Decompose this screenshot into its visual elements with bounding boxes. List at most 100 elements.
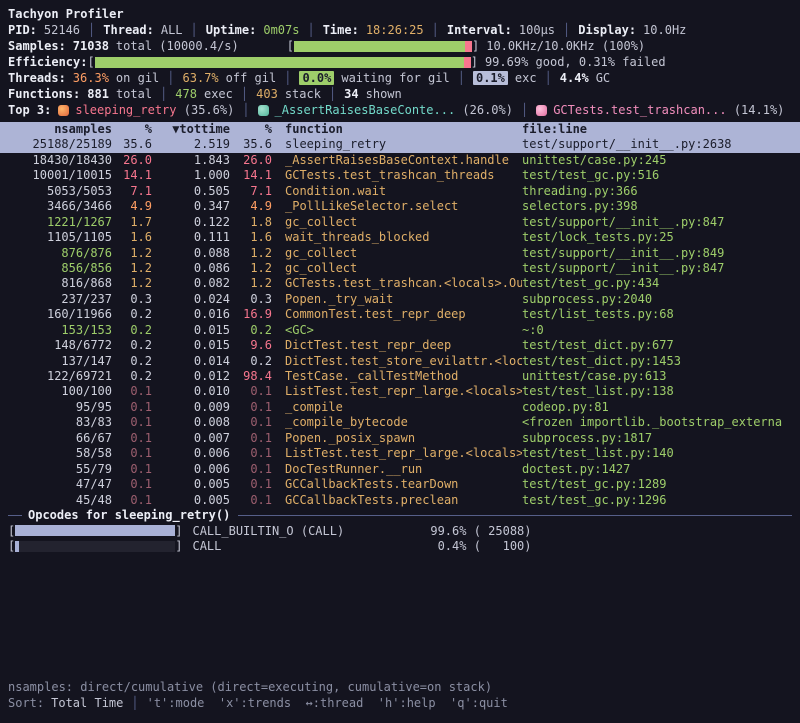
table-row[interactable]: 58/580.10.0060.1ListTest.test_repr_large…	[0, 446, 800, 461]
cell-pct-cumulative: 0.3	[230, 292, 272, 307]
cell-pct-total: 0.1	[112, 462, 152, 477]
status-bar: PID: 52146 │ Thread: ALL │ Uptime: 0m07s…	[8, 22, 800, 38]
cell-file-line: test/test_gc.py:434	[522, 276, 800, 291]
cell-file-line: subprocess.py:2040	[522, 292, 800, 307]
table-row[interactable]: 160/119660.20.01616.9CommonTest.test_rep…	[0, 307, 800, 322]
table-row[interactable]: 95/950.10.0090.1_compilecodeop.py:81	[0, 400, 800, 415]
efficiency-summary: 99.69% good, 0.31% failed	[485, 55, 666, 69]
cell-tottime: 0.086	[152, 261, 230, 276]
opcode-pct: 0.4%	[402, 539, 466, 553]
cell-tottime: 0.006	[152, 446, 230, 461]
cell-file-line: unittest/case.py:245	[522, 153, 800, 168]
table-row[interactable]: 55/790.10.0060.1DocTestRunner.__rundocte…	[0, 462, 800, 477]
cell-pct-cumulative: 0.2	[230, 323, 272, 338]
cell-tottime: 0.015	[152, 323, 230, 338]
gc-pct: 4.4%	[560, 71, 589, 85]
cell-pct-cumulative: 0.2	[230, 354, 272, 369]
cell-function: TestCase._callTestMethod	[272, 369, 522, 384]
cell-tottime: 0.122	[152, 215, 230, 230]
top-function-3-name[interactable]: GCTests.test_trashcan...	[553, 103, 726, 117]
functions-stack-label: stack	[285, 87, 321, 101]
cell-pct-cumulative: 35.6	[230, 137, 272, 152]
table-row[interactable]: 137/1470.20.0140.2DictTest.test_store_ev…	[0, 354, 800, 369]
footer-keybar: Sort: Total Time │ 't':mode 'x':trends ↔…	[8, 695, 800, 711]
function-table: nsamples % ▼tottime % function file:line…	[0, 122, 800, 508]
cell-pct-cumulative: 0.1	[230, 415, 272, 430]
cell-tottime: 1.843	[152, 153, 230, 168]
cell-pct-total: 1.7	[112, 215, 152, 230]
table-row[interactable]: 18430/1843026.01.84326.0_AssertRaisesBas…	[0, 153, 800, 168]
table-row[interactable]: 100/1000.10.0100.1ListTest.test_repr_lar…	[0, 384, 800, 399]
table-row[interactable]: 45/480.10.0050.1GCCallbackTests.preclean…	[0, 493, 800, 508]
cell-pct-cumulative: 0.1	[230, 477, 272, 492]
cell-file-line: test/support/__init__.py:847	[522, 261, 800, 276]
cell-nsamples: 10001/10015	[8, 168, 112, 183]
cell-pct-total: 0.2	[112, 369, 152, 384]
functions-label: Functions:	[8, 87, 80, 101]
cell-nsamples: 137/147	[8, 354, 112, 369]
top-function-2-name[interactable]: _AssertRaisesBaseConte...	[275, 103, 456, 117]
table-row[interactable]: 856/8561.20.0861.2gc_collecttest/support…	[0, 261, 800, 276]
column-header-function[interactable]: function	[272, 122, 522, 137]
cell-pct-cumulative: 1.2	[230, 246, 272, 261]
cell-file-line: codeop.py:81	[522, 400, 800, 415]
cell-tottime: 0.024	[152, 292, 230, 307]
thread-value[interactable]: ALL	[161, 23, 183, 37]
cell-tottime: 0.005	[152, 493, 230, 508]
opcode-share-fill	[15, 541, 19, 552]
table-row[interactable]: 237/2370.30.0240.3Popen._try_waitsubproc…	[0, 292, 800, 307]
cell-tottime: 0.082	[152, 276, 230, 291]
profiler-screen: Tachyon Profiler PID: 52146 │ Thread: AL…	[0, 0, 800, 723]
cell-function: gc_collect	[272, 246, 522, 261]
time-label: Time:	[323, 23, 359, 37]
samples-rate-bar	[294, 41, 472, 52]
table-row[interactable]: 1105/11051.60.1111.6wait_threads_blocked…	[0, 230, 800, 245]
column-header-pct-total[interactable]: %	[112, 122, 152, 137]
samples-row: Samples: 71038 total (10000.4/s) [ ] 10.…	[8, 38, 800, 54]
column-header-file-line[interactable]: file:line	[522, 122, 800, 137]
table-row[interactable]: 816/8681.20.0821.2GCTests.test_trashcan.…	[0, 276, 800, 291]
key-hints: 't':mode 'x':trends ↔:thread 'h':help 'q…	[147, 696, 508, 710]
cell-nsamples: 58/58	[8, 446, 112, 461]
table-row[interactable]: 153/1530.20.0150.2<GC>~:0	[0, 323, 800, 338]
cell-pct-total: 1.2	[112, 261, 152, 276]
bar-bracket-open: [	[287, 39, 294, 53]
cell-function: Condition.wait	[272, 184, 522, 199]
column-header-nsamples[interactable]: nsamples	[8, 122, 112, 137]
threads-label: Threads:	[8, 71, 66, 85]
cell-function: GCCallbackTests.preclean	[272, 493, 522, 508]
table-row[interactable]: 83/830.10.0080.1_compile_bytecode<frozen…	[0, 415, 800, 430]
cell-pct-cumulative: 0.1	[230, 400, 272, 415]
opcode-share-bar	[15, 525, 175, 536]
separator: │	[167, 71, 174, 85]
cell-pct-total: 1.2	[112, 246, 152, 261]
sort-value[interactable]: Total Time	[51, 696, 123, 710]
cell-file-line: test/test_dict.py:1453	[522, 354, 800, 369]
table-row[interactable]: 122/697210.20.01298.4TestCase._callTestM…	[0, 369, 800, 384]
off-gil-pct: 63.7%	[183, 71, 219, 85]
top-function-1-name[interactable]: sleeping_retry	[75, 103, 176, 117]
interval-value: 100µs	[519, 23, 555, 37]
cell-pct-total: 0.1	[112, 431, 152, 446]
table-row-selected[interactable]: 25188/2518935.62.51935.6sleeping_retryte…	[0, 137, 800, 152]
table-row[interactable]: 10001/1001514.11.00014.1GCTests.test_tra…	[0, 168, 800, 183]
cell-tottime: 2.519	[152, 137, 230, 152]
table-row[interactable]: 66/670.10.0070.1Popen._posix_spawnsubpro…	[0, 431, 800, 446]
table-row[interactable]: 3466/34664.90.3474.9_PollLikeSelector.se…	[0, 199, 800, 214]
top3-row: Top 3: sleeping_retry (35.6%) │ _AssertR…	[8, 102, 800, 118]
gc-label: GC	[596, 71, 610, 85]
separator: │	[329, 87, 336, 101]
table-row[interactable]: 5053/50537.10.5057.1Condition.waitthread…	[0, 184, 800, 199]
column-header-tottime[interactable]: ▼tottime	[152, 122, 230, 137]
cell-pct-cumulative: 1.2	[230, 276, 272, 291]
cell-nsamples: 122/69721	[8, 369, 112, 384]
cell-pct-cumulative: 0.1	[230, 493, 272, 508]
cell-nsamples: 45/48	[8, 493, 112, 508]
table-row[interactable]: 1221/12671.70.1221.8gc_collecttest/suppo…	[0, 215, 800, 230]
functions-shown-label: shown	[366, 87, 402, 101]
table-row[interactable]: 148/67720.20.0159.6DictTest.test_repr_de…	[0, 338, 800, 353]
table-row[interactable]: 47/470.10.0050.1GCCallbackTests.tearDown…	[0, 477, 800, 492]
pid-label: PID:	[8, 23, 37, 37]
table-row[interactable]: 876/8761.20.0881.2gc_collecttest/support…	[0, 246, 800, 261]
column-header-pct-cum[interactable]: %	[230, 122, 272, 137]
